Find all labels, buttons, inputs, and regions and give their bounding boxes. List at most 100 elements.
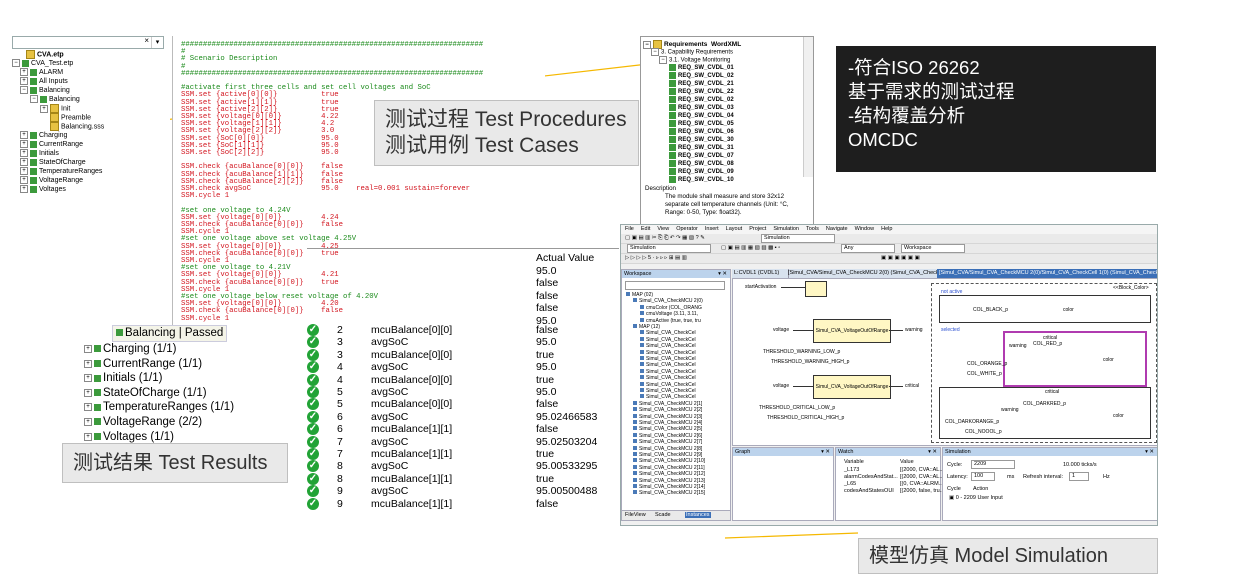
workspace-tree-item[interactable]: Simul_CVA_CheckMCU 2[1] <box>633 400 702 407</box>
project-combo[interactable]: ▾ × <box>12 36 164 49</box>
cycle-field[interactable]: 2209 <box>971 460 1015 469</box>
close-icon[interactable]: ▾ ✕ <box>1145 448 1154 456</box>
results-tree-item[interactable]: + Initials (1/1) <box>84 371 162 386</box>
workspace-tree-item[interactable]: MAP (02) <box>626 292 653 298</box>
block-small[interactable] <box>805 281 827 297</box>
expand-icon[interactable]: + <box>20 131 28 140</box>
workspace-tree-item[interactable]: Simul_CVA_CheckMCU 2[8] <box>633 445 702 452</box>
state-selected[interactable] <box>1003 331 1147 387</box>
collapse-icon[interactable]: − <box>12 59 20 68</box>
workspace-tree-item[interactable]: Simul_CVA_CheckCel <box>640 362 696 368</box>
workspace-tree-item[interactable]: cmuActive (true, true, tru <box>640 317 701 324</box>
req-item[interactable]: REQ_SW_CVDL_10 <box>669 176 734 184</box>
collapse-icon[interactable]: − <box>20 86 28 95</box>
tree-item[interactable]: + StateOfCharge <box>20 158 86 167</box>
chevron-down-icon[interactable]: ▾ <box>151 37 163 48</box>
expand-icon[interactable]: + <box>84 359 92 368</box>
results-tree-item[interactable]: + VoltageRange (2/2) <box>84 415 202 430</box>
requirements-header[interactable]: − Requirements WordXML <box>643 40 741 49</box>
latency-field[interactable]: 100 <box>971 472 995 481</box>
tree-item[interactable]: + VoltageRange <box>20 176 83 185</box>
expand-icon[interactable]: + <box>20 167 28 176</box>
collapse-icon[interactable]: − <box>30 95 38 104</box>
req-item[interactable]: REQ_SW_CVDL_08 <box>669 160 734 168</box>
workspace-tree-item[interactable]: Simul_CVA_CheckCel <box>640 381 696 388</box>
menu-item[interactable]: Window <box>855 226 875 232</box>
table-row[interactable]: false <box>307 277 619 290</box>
tree-item[interactable]: + All Inputs <box>20 77 68 86</box>
results-tree-item[interactable]: + TemperatureRanges (1/1) <box>84 400 234 415</box>
req-item[interactable]: REQ_SW_CVDL_07 <box>669 152 734 160</box>
tree-item[interactable]: Balancing.sss <box>50 122 104 131</box>
table-row[interactable]: ✓ 7 mcuBalance[1][1] true <box>307 448 619 461</box>
req-item[interactable]: REQ_SW_CVDL_02 <box>669 72 734 80</box>
req-item[interactable]: REQ_SW_CVDL_22 <box>669 88 734 96</box>
table-row[interactable]: false <box>307 290 619 303</box>
expand-icon[interactable]: + <box>84 417 92 426</box>
action-row[interactable]: ▣ 0 - 2209 User Input <box>949 495 1003 501</box>
menu-item[interactable]: File <box>625 226 634 232</box>
menu-item[interactable]: Edit <box>641 226 650 232</box>
table-row[interactable]: ✓ 3 mcuBalance[0][0] true <box>307 348 619 362</box>
tree-item[interactable]: + Initials <box>20 149 59 158</box>
block-voltage-out-of-range-1[interactable]: Simul_CVA_VoltageOutOfRange <box>813 319 891 343</box>
mode-select[interactable]: Simulation <box>761 234 835 243</box>
workspace-tree-item[interactable]: Simul_CVA_CheckCel <box>640 343 696 349</box>
workspace-tree-item[interactable]: Simul_CVA_CheckCel <box>640 368 696 375</box>
menu-item[interactable]: Operator <box>676 226 698 232</box>
refresh-field[interactable]: 1 <box>1069 472 1089 481</box>
column-header-actual-value[interactable]: Actual Value <box>536 252 594 264</box>
table-row[interactable]: 95.0 <box>307 265 619 278</box>
workspace-tree-item[interactable]: Simul_CVA_CheckMCU 2[7] <box>633 439 702 445</box>
workspace-tree-item[interactable]: Simul_CVA_CheckMCU 2[14] <box>633 484 705 490</box>
workspace-tree-item[interactable]: MAP (12) <box>633 324 660 330</box>
workspace-tree-item[interactable]: Simul_CVA_CheckMCU 2(0) <box>633 298 703 304</box>
state-not-active[interactable] <box>939 295 1151 323</box>
workspace-bottom-tab[interactable]: Scade <box>655 512 671 518</box>
workspace-tree-item[interactable]: Simul_CVA_CheckCel <box>640 330 696 336</box>
collapse-icon[interactable]: − <box>651 48 659 56</box>
workspace-tree-item[interactable]: Simul_CVA_CheckCel <box>640 349 696 356</box>
workspace-select[interactable]: Workspace <box>901 244 965 253</box>
req-item[interactable]: REQ_SW_CVDL_31 <box>669 144 734 152</box>
diagram-tab[interactable]: L:CVDL1 (CVDL1) <box>732 269 789 278</box>
results-tree-item[interactable]: + Charging (1/1) <box>84 342 177 357</box>
toolbar-icons-3[interactable]: ▷ ▷ ▷ ▷ 5 · ▹ ▹ ▹ ⊞ ▤ ▥ <box>625 255 687 261</box>
table-row[interactable]: ✓ 6 mcuBalance[1][1] false <box>307 423 619 436</box>
block-voltage-out-of-range-2[interactable]: Simul_CVA_VoltageOutOfRange <box>813 375 891 399</box>
tree-root[interactable]: CVA.etp <box>26 50 64 59</box>
table-row[interactable]: ✓ 6 avgSoC 95.02466583 <box>307 410 619 424</box>
toolbar-icons-4[interactable]: ▣ ▣ ▣ ▣ ▣ ▣ <box>881 255 920 261</box>
toolbar-icons[interactable]: ▢ ▣ ▤ ▥ ✂ ⎘ ⎗ ↶ ↷ ▦ ▧ ? ✎ <box>625 235 705 242</box>
table-row[interactable]: ✓ 8 avgSoC 95.00533295 <box>307 460 619 473</box>
mode-select-2[interactable]: Simulation <box>627 244 711 253</box>
diagram-tab[interactable]: [Simul_CVA/Simul_CVA_CheckMCU 2(0) (Simu… <box>786 269 941 278</box>
table-row[interactable]: ✓ 9 avgSoC 95.00500488 <box>307 485 619 498</box>
table-row[interactable]: ✓ 2 mcuBalance[0][0] false <box>307 324 619 337</box>
tree-item[interactable]: − Balancing <box>30 95 80 104</box>
cycle-col[interactable]: Cycle <box>947 486 961 492</box>
req-item[interactable]: REQ_SW_CVDL_30 <box>669 136 734 144</box>
expand-icon[interactable]: + <box>20 158 28 167</box>
req-item[interactable]: REQ_SW_CVDL_04 <box>669 112 734 120</box>
close-icon[interactable]: ▾ ✕ <box>821 448 830 456</box>
table-row[interactable]: ✓ 5 mcuBalance[0][0] false <box>307 398 619 411</box>
tree-item[interactable]: Preamble <box>50 113 91 122</box>
workspace-tree-item[interactable]: cmuVoltage (3.11, 3.11, <box>640 311 698 317</box>
table-row[interactable]: ✓ 5 avgSoC 95.0 <box>307 386 619 399</box>
any-select[interactable]: Any <box>841 244 895 253</box>
workspace-tree-item[interactable]: Simul_CVA_CheckMCU 2[15] <box>633 490 705 496</box>
close-icon[interactable]: × <box>144 36 149 45</box>
tree-item[interactable]: + Charging <box>20 131 67 140</box>
workspace-tree-item[interactable]: Simul_CVA_CheckMCU 2[9] <box>633 452 702 458</box>
workspace-tree-item[interactable]: Simul_CVA_CheckMCU 2[4] <box>633 420 702 426</box>
menu-item[interactable]: Navigate <box>826 226 848 232</box>
tree-item[interactable]: + CurrentRange <box>20 140 83 149</box>
table-row[interactable]: ✓ 4 avgSoC 95.0 <box>307 361 619 374</box>
table-row[interactable]: ✓ 7 avgSoC 95.02503204 <box>307 435 619 449</box>
workspace-tree-item[interactable]: Simul_CVA_CheckCel <box>640 356 696 362</box>
req-level2[interactable]: −3.1. Voltage Monitoring <box>659 56 730 64</box>
req-item[interactable]: REQ_SW_CVDL_06 <box>669 128 734 136</box>
workspace-tree-item[interactable]: Simul_CVA_CheckMCU 2[11] <box>633 464 705 471</box>
table-row[interactable]: ✓ 4 mcuBalance[0][0] true <box>307 373 619 387</box>
